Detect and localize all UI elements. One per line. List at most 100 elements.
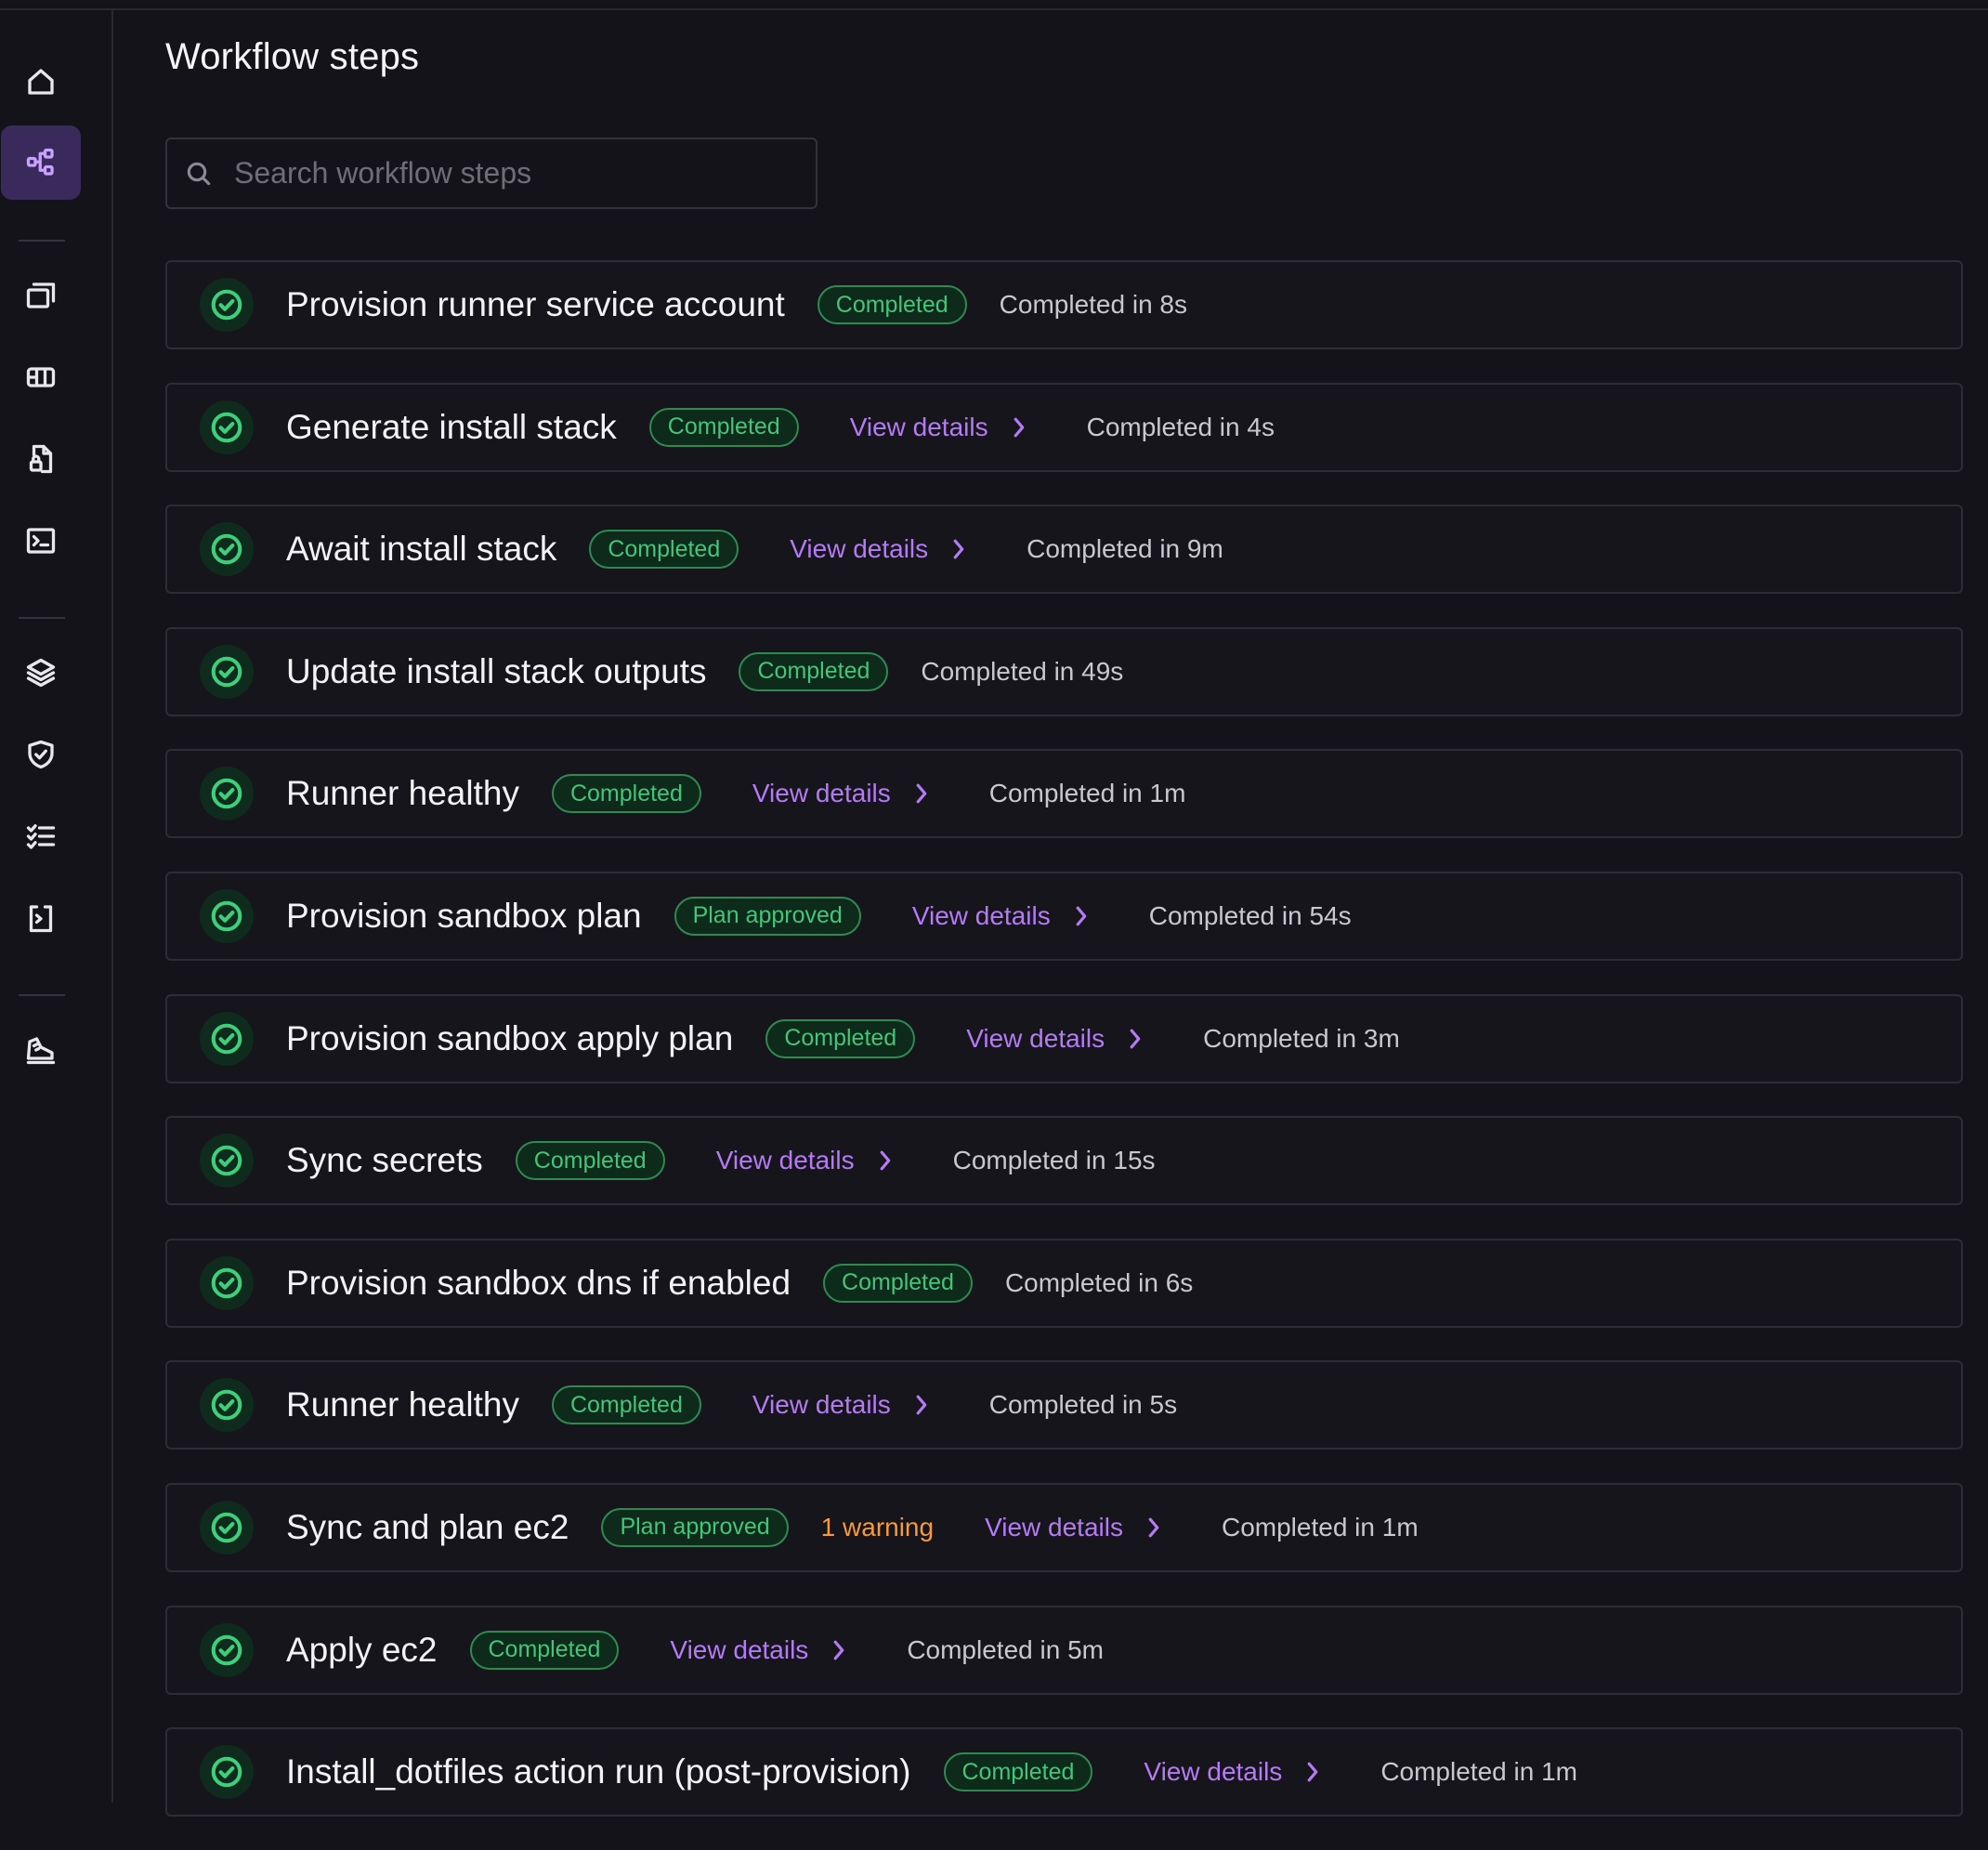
chevron-right-icon [1148, 1517, 1159, 1538]
view-details-link[interactable]: View details [670, 1635, 849, 1665]
chevron-right-icon [1307, 1762, 1318, 1782]
search-input[interactable] [232, 155, 793, 191]
sidebar-item-layers[interactable] [1, 636, 81, 710]
status-badge: Completed [551, 774, 701, 814]
sidebar-item-workflows[interactable] [1, 125, 81, 200]
check-circle-icon [200, 1745, 254, 1800]
check-circle-icon [200, 400, 254, 454]
status-badge: Completed [589, 530, 739, 570]
view-details-label: View details [752, 779, 891, 808]
workflow-steps-list: Provision runner service account Complete… [165, 260, 1963, 1850]
view-details-link[interactable]: View details [716, 1146, 896, 1175]
workflow-icon [26, 148, 54, 176]
view-details-label: View details [1144, 1757, 1283, 1787]
step-duration: Completed in 4s [1086, 412, 1275, 441]
view-details-link[interactable]: View details [752, 779, 932, 808]
top-border [0, 0, 1988, 10]
view-details-label: View details [715, 1146, 855, 1175]
view-details-link[interactable]: View details [985, 1513, 1164, 1542]
workflow-step-row[interactable]: Provision sandbox plan Plan approved View … [165, 871, 1963, 961]
view-details-label: View details [752, 1390, 891, 1420]
status-badge: Completed [551, 1385, 701, 1425]
check-circle-icon [200, 1255, 254, 1310]
view-details-label: View details [670, 1634, 809, 1664]
workflow-step-row[interactable]: Provision sandbox dns if enabled Complete… [165, 1238, 1963, 1328]
check-circle-icon [200, 1622, 254, 1677]
workflow-step-row[interactable]: Sync and plan ec2 Plan approved 1 warning V… [165, 1482, 1963, 1572]
layers-icon [26, 658, 56, 688]
sidebar-divider [19, 994, 65, 996]
status-badge: Plan approved [674, 896, 861, 936]
step-name: Provision sandbox plan [286, 896, 642, 935]
workflow-step-row[interactable]: Runner healthy Completed View details Compl… [165, 749, 1963, 839]
step-duration: Completed in 49s [921, 656, 1124, 686]
clipboard-arrow-icon [29, 905, 53, 933]
page-title: Workflow steps [165, 36, 420, 77]
check-circle-icon [200, 767, 254, 821]
status-badge: Completed [817, 285, 967, 324]
step-duration: Completed in 1m [1380, 1757, 1577, 1787]
status-badge: Completed [943, 1752, 1093, 1792]
check-circle-icon [200, 1011, 254, 1066]
step-name: Await install stack [286, 530, 557, 569]
sidebar-item-security[interactable] [1, 717, 81, 792]
sidebar-item-runs[interactable] [1, 881, 81, 955]
check-circle-icon [200, 1500, 254, 1555]
status-badge: Completed [739, 651, 889, 691]
chevron-right-icon [953, 539, 964, 559]
sidebar-item-windows[interactable] [1, 258, 81, 333]
check-circle-icon [200, 1378, 254, 1433]
chevron-right-icon [880, 1150, 890, 1171]
workflow-step-row[interactable]: Generate install stack Completed View deta… [165, 382, 1963, 472]
view-details-label: View details [849, 412, 988, 441]
shield-check-icon [28, 740, 54, 769]
step-duration: Completed in 8s [999, 290, 1188, 319]
step-name: Apply ec2 [286, 1630, 438, 1669]
workflow-step-row[interactable]: Runner healthy Completed View details Compl… [165, 1360, 1963, 1450]
workflow-step-row[interactable]: Sync secrets Completed View details Complet… [165, 1116, 1963, 1206]
sidebar-divider [19, 617, 65, 619]
step-duration: Completed in 5s [988, 1390, 1178, 1420]
view-details-link[interactable]: View details [966, 1024, 1145, 1054]
chevron-right-icon [833, 1640, 844, 1660]
sidebar-item-runner[interactable] [1, 1013, 81, 1087]
view-details-link[interactable]: View details [790, 534, 969, 564]
search-icon [187, 162, 211, 185]
workflow-step-row[interactable]: Install_dotfiles action run (post-provis… [165, 1727, 1963, 1817]
sidebar-item-components[interactable] [1, 340, 81, 414]
status-badge: Completed [469, 1630, 620, 1670]
check-circle-icon [200, 888, 254, 943]
workflow-step-row[interactable]: Provision sandbox apply plan Completed Vie… [165, 993, 1963, 1083]
chevron-right-icon [916, 784, 927, 804]
terminal-icon [26, 528, 56, 554]
step-duration: Completed in 6s [1004, 1267, 1194, 1297]
check-circle-icon [200, 522, 254, 577]
check-circle-icon [200, 278, 254, 332]
sidebar-item-checklist[interactable] [1, 799, 81, 873]
workflow-step-row[interactable]: Await install stack Completed View details… [165, 505, 1963, 595]
list-checks-icon [26, 824, 56, 849]
step-duration: Completed in 1m [988, 779, 1186, 808]
sidebar-item-terminal[interactable] [1, 504, 81, 578]
sidebar-item-files[interactable] [1, 422, 81, 496]
step-name: Runner healthy [286, 774, 519, 813]
view-details-label: View details [985, 1512, 1123, 1542]
workflow-step-row[interactable]: Update install stack outputs Completed Com… [165, 626, 1963, 716]
status-badge: Completed [515, 1141, 665, 1181]
warning-count[interactable]: 1 warning [821, 1513, 934, 1542]
step-duration: Completed in 5m [907, 1634, 1104, 1664]
chevron-right-icon [1014, 417, 1024, 437]
workflow-step-row[interactable]: Apply ec2 Completed View details Completed … [165, 1605, 1963, 1695]
sidebar-item-home[interactable] [1, 45, 81, 119]
chevron-right-icon [916, 1395, 927, 1415]
view-details-link[interactable]: View details [850, 413, 1029, 442]
workflow-step-row[interactable]: Provision runner service account Complete… [165, 260, 1963, 349]
view-details-link[interactable]: View details [912, 901, 1092, 931]
step-name: Runner healthy [286, 1385, 519, 1424]
status-badge: Completed [765, 1018, 916, 1058]
view-details-link[interactable]: View details [1144, 1757, 1323, 1787]
step-duration: Completed in 54s [1148, 900, 1352, 930]
view-details-link[interactable]: View details [752, 1390, 932, 1420]
search-box[interactable] [165, 138, 817, 209]
status-badge: Completed [823, 1263, 973, 1303]
